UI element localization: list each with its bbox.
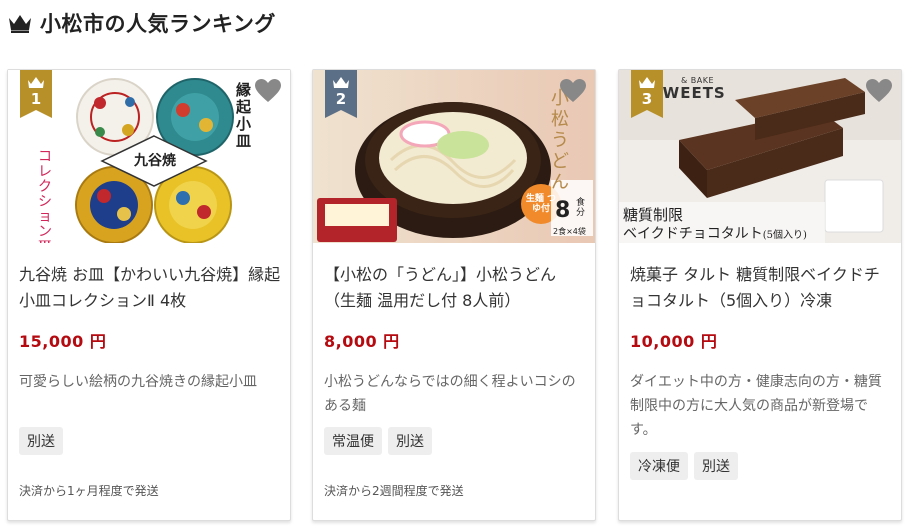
product-image[interactable]: 九谷焼 縁起小皿 コレクションⅢ 1 — [8, 70, 290, 243]
page-title: 小松市の人気ランキング — [40, 12, 276, 36]
shipping-note: 決済から1ヶ月程度で発送 — [19, 484, 159, 498]
image-caption-line2-wrap: ベイクドチョコタルト(5個入り) — [623, 223, 807, 243]
product-card[interactable]: 小松うどん 生麺 つゆ付 8 食分 2食×4袋 2 【小松の「うどん」】小松うど… — [312, 69, 596, 521]
image-caption-line2: ベイクドチョコタルト — [623, 226, 763, 242]
image-count-unit: 食分 — [576, 198, 586, 218]
rank-number: 2 — [335, 90, 347, 108]
shipping-note: 決済から2週間程度で発送 — [324, 484, 464, 498]
product-price: 8,000 円 — [324, 332, 400, 351]
tag-list: 冷凍便 別送 — [630, 452, 738, 480]
product-description: ダイエット中の方・健康志向の方・糖質制限中の方に大人気の商品が新登場です。 — [630, 374, 882, 438]
heart-icon[interactable] — [559, 78, 587, 104]
product-card[interactable]: & BAKE YSWEETS 糖質制限 ベイクドチョコタルト(5個入り) 3 焼… — [618, 69, 902, 521]
product-description: 可愛らしい絵柄の九谷焼きの縁起小皿 — [19, 374, 257, 390]
rank-number: 1 — [30, 90, 42, 108]
image-caption-note: (5個入り) — [762, 230, 807, 241]
rank-badge: 2 — [325, 70, 357, 118]
product-description: 小松うどんならではの細く程よいコシのある麺 — [324, 374, 576, 414]
ranking-header: 小松市の人気ランキング — [8, 8, 276, 38]
image-caption-line1: 糖質制限 — [623, 206, 684, 224]
product-card[interactable]: 九谷焼 縁起小皿 コレクションⅢ 1 九谷焼 お皿【かわいい九谷焼】縁起小皿コレ… — [7, 69, 291, 521]
rank-number: 3 — [641, 90, 653, 108]
product-name[interactable]: 九谷焼 お皿【かわいい九谷焼】縁起小皿コレクションⅡ 4枚 — [19, 262, 281, 314]
tag-list: 常温便 別送 — [324, 427, 432, 455]
product-price: 10,000 円 — [630, 332, 718, 351]
tag-separate-shipping: 別送 — [19, 427, 63, 455]
tag-separate-shipping: 別送 — [388, 427, 432, 455]
heart-icon[interactable] — [254, 78, 282, 104]
tag-separate-shipping: 別送 — [694, 452, 738, 480]
image-left-label: コレクションⅢ — [38, 149, 52, 244]
rank-badge: 1 — [20, 70, 52, 118]
product-image[interactable]: & BAKE YSWEETS 糖質制限 ベイクドチョコタルト(5個入り) 3 — [619, 70, 901, 243]
rank-badge: 3 — [631, 70, 663, 118]
image-bubble-label: 生麺 つゆ付 — [525, 194, 557, 214]
image-count-note: 2食×4袋 — [553, 227, 586, 236]
product-name[interactable]: 焼菓子 タルト 糖質制限ベイクドチョコタルト（5個入り）冷凍 — [630, 262, 892, 314]
heart-icon[interactable] — [865, 78, 893, 104]
tag-room-temp-delivery: 常温便 — [324, 427, 382, 455]
tag-list: 別送 — [19, 427, 63, 455]
product-name[interactable]: 【小松の「うどん」】小松うどん（生麺 温用だし付 8人前） — [324, 262, 586, 314]
product-image[interactable]: 小松うどん 生麺 つゆ付 8 食分 2食×4袋 2 — [313, 70, 595, 243]
product-price: 15,000 円 — [19, 332, 107, 351]
image-right-label: 縁起小皿 — [236, 81, 252, 150]
tag-frozen-delivery: 冷凍便 — [630, 452, 688, 480]
image-center-label: 九谷焼 — [134, 153, 176, 169]
crown-icon — [9, 15, 31, 33]
image-count-label: 8 — [555, 198, 571, 223]
